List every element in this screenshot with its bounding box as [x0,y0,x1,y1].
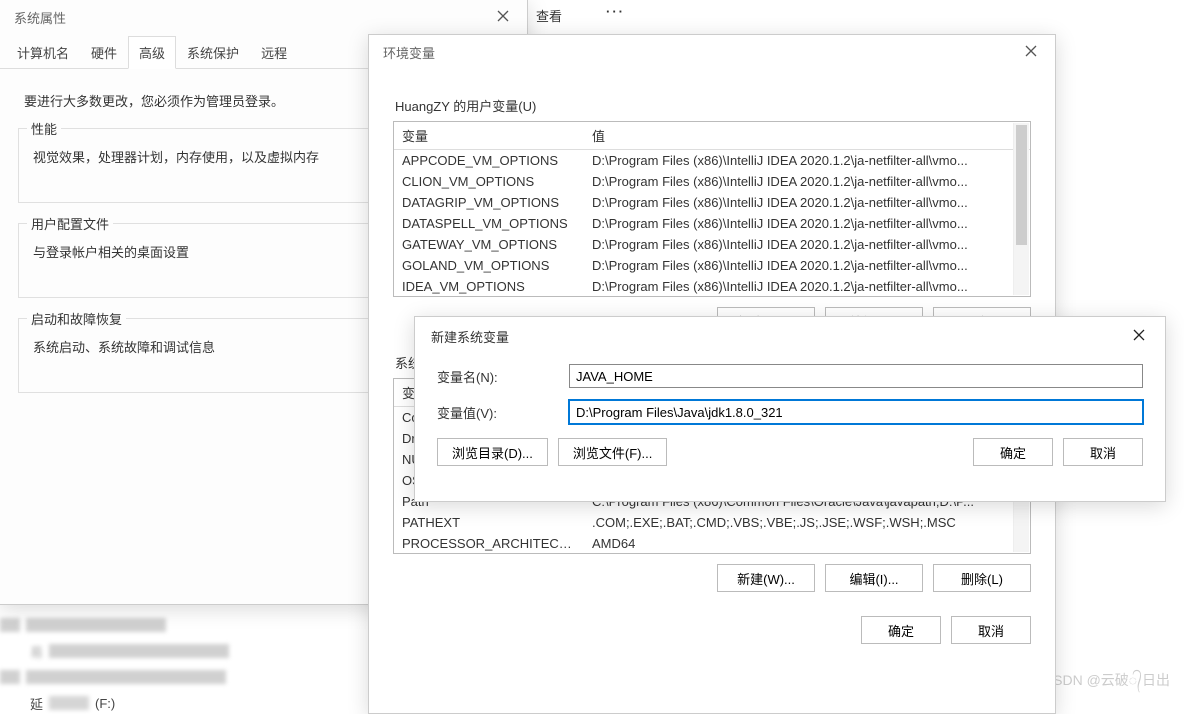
tab-remote[interactable]: 远程 [250,36,298,69]
close-icon[interactable] [1125,327,1153,346]
cell-var-value: D:\Program Files (x86)\IntelliJ IDEA 202… [584,192,1030,213]
sys-delete-button[interactable]: 删除(L) [933,564,1031,592]
table-row[interactable]: CLION_VM_OPTIONSD:\Program Files (x86)\I… [394,171,1030,192]
cell-var-name: APPCODE_VM_OPTIONS [394,150,584,171]
table-row[interactable]: GATEWAY_VM_OPTIONSD:\Program Files (x86)… [394,234,1030,255]
cell-var-value: AMD64 [584,533,1030,554]
col-header-var[interactable]: 变量 [394,122,584,150]
cell-var-name: PROCESSOR_IDENTIFIER [394,554,584,555]
table-row[interactable]: DATASPELL_VM_OPTIONSD:\Program Files (x8… [394,213,1030,234]
envvars-title: 环境变量 [383,43,435,62]
user-vars-label: HuangZY 的用户变量(U) [395,96,1031,115]
cell-var-value: D:\Program Files (x86)\IntelliJ IDEA 202… [584,255,1030,276]
group-userprofile-title: 用户配置文件 [27,214,113,233]
cell-var-name: DATAGRIP_VM_OPTIONS [394,192,584,213]
browse-dir-button[interactable]: 浏览目录(D)... [437,438,548,466]
close-icon[interactable] [489,8,517,27]
cancel-button[interactable]: 取消 [951,616,1031,644]
table-row[interactable]: PROCESSOR_IDENTIFIER [394,554,1030,555]
table-row[interactable]: IDEA_VM_OPTIONSD:\Program Files (x86)\In… [394,276,1030,297]
var-name-label: 变量名(N): [437,367,569,386]
var-value-label: 变量值(V): [437,403,569,422]
cell-var-value: .COM;.EXE;.BAT;.CMD;.VBS;.VBE;.JS;.JSE;.… [584,512,1030,533]
cell-var-name: PATHEXT [394,512,584,533]
tab-system-protection[interactable]: 系统保护 [176,36,250,69]
scrollbar[interactable] [1013,123,1029,295]
cell-var-value: D:\Program Files (x86)\IntelliJ IDEA 202… [584,213,1030,234]
sys-edit-button[interactable]: 编辑(I)... [825,564,923,592]
user-vars-table[interactable]: 变量 值 APPCODE_VM_OPTIONSD:\Program Files … [393,121,1031,297]
table-row[interactable]: DATAGRIP_VM_OPTIONSD:\Program Files (x86… [394,192,1030,213]
envvars-titlebar: 环境变量 [369,35,1055,70]
ok-button[interactable]: 确定 [861,616,941,644]
bg-view-label: 查看 [536,6,562,25]
table-row[interactable]: GOLAND_VM_OPTIONSD:\Program Files (x86)\… [394,255,1030,276]
var-value-input[interactable] [569,400,1143,424]
var-name-input[interactable] [569,364,1143,388]
cell-var-name: GOLAND_VM_OPTIONS [394,255,584,276]
bg-ellipsis: ··· [606,4,625,19]
cell-var-value: D:\Program Files (x86)\IntelliJ IDEA 202… [584,234,1030,255]
cell-var-name: CLION_VM_OPTIONS [394,171,584,192]
table-row[interactable]: PROCESSOR_ARCHITECTUREAMD64 [394,533,1030,554]
bg-blur-area: 易 延(F:) [0,610,360,710]
cell-var-value: D:\Program Files (x86)\IntelliJ IDEA 202… [584,171,1030,192]
cancel-button[interactable]: 取消 [1063,438,1143,466]
cell-var-value [584,554,1030,555]
sysprops-title: 系统属性 [14,8,66,27]
browse-file-button[interactable]: 浏览文件(F)... [558,438,667,466]
newvar-title: 新建系统变量 [431,327,509,346]
new-system-variable-dialog: 新建系统变量 变量名(N): 变量值(V): 浏览目录(D)... 浏览文件(F… [414,316,1166,502]
tab-hardware[interactable]: 硬件 [80,36,128,69]
cell-var-name: DATASPELL_VM_OPTIONS [394,213,584,234]
table-row[interactable]: PATHEXT.COM;.EXE;.BAT;.CMD;.VBS;.VBE;.JS… [394,512,1030,533]
cell-var-value: D:\Program Files (x86)\IntelliJ IDEA 202… [584,150,1030,171]
table-row[interactable]: APPCODE_VM_OPTIONSD:\Program Files (x86)… [394,150,1030,171]
close-icon[interactable] [1017,43,1045,62]
sys-new-button[interactable]: 新建(W)... [717,564,815,592]
tab-advanced[interactable]: 高级 [128,36,176,69]
ok-button[interactable]: 确定 [973,438,1053,466]
cell-var-name: IDEA_VM_OPTIONS [394,276,584,297]
col-header-val[interactable]: 值 [584,122,1030,150]
csdn-watermark: CSDN @云破᭄日出 [1043,670,1170,696]
cell-var-name: PROCESSOR_ARCHITECTURE [394,533,584,554]
sysprops-titlebar: 系统属性 [0,0,527,35]
group-startup-title: 启动和故障恢复 [27,309,126,328]
newvar-titlebar: 新建系统变量 [415,317,1165,354]
cell-var-name: GATEWAY_VM_OPTIONS [394,234,584,255]
group-performance-title: 性能 [27,119,61,138]
cell-var-value: D:\Program Files (x86)\IntelliJ IDEA 202… [584,276,1030,297]
tab-computer-name[interactable]: 计算机名 [6,36,80,69]
